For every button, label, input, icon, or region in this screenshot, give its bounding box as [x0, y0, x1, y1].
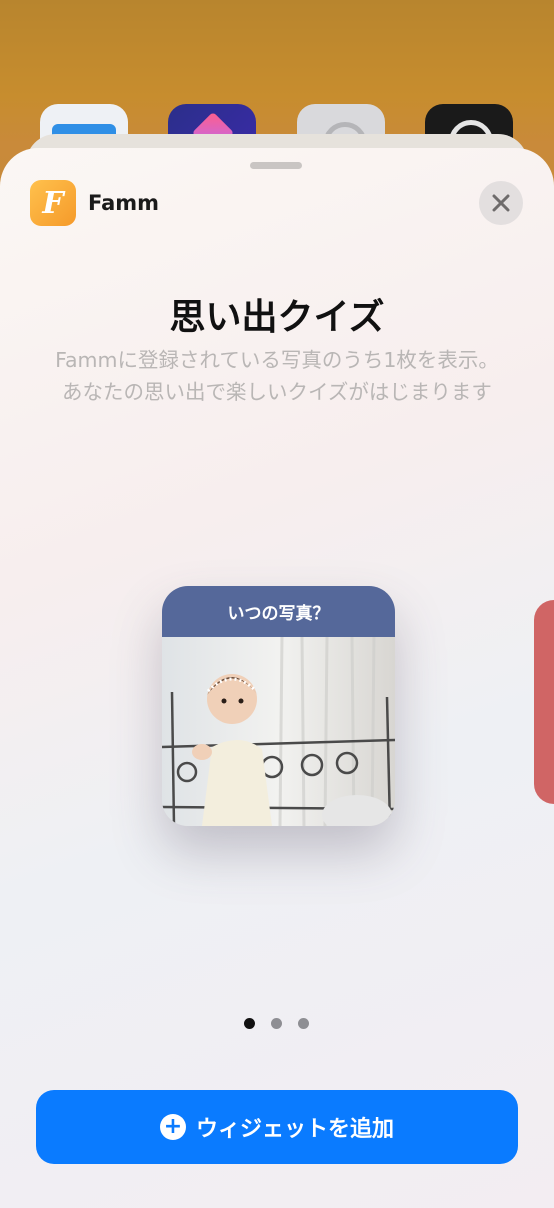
page-dot-2[interactable]: [271, 1018, 282, 1029]
widget-description-line-2: あなたの思い出で楽しいクイズがはじまります: [62, 380, 492, 404]
close-icon: [492, 194, 510, 212]
add-widget-button[interactable]: + ウィジェットを追加: [36, 1090, 518, 1164]
plus-circle-icon: +: [159, 1114, 186, 1140]
app-name: Famm: [88, 191, 160, 215]
app-icon-letter: F: [42, 185, 64, 221]
widget-preview-header: いつの写真？: [162, 586, 395, 637]
add-widget-label: ウィジェットを追加: [195, 1117, 394, 1142]
page-dot-3[interactable]: [298, 1018, 309, 1029]
app-header: F Famm: [30, 180, 159, 226]
page-dot-1[interactable]: [244, 1018, 255, 1029]
widget-description: Fammに登録されている写真のうち1枚を表示。 あなたの思い出で楽しいクイズがは…: [0, 344, 554, 408]
next-widget-preview[interactable]: [534, 600, 554, 804]
widget-gallery-sheet: F Famm 思い出クイズ Fammに登録されている写真のうち1枚を表示。 あな…: [0, 148, 554, 1208]
close-button[interactable]: [479, 181, 523, 225]
widget-title: 思い出クイズ: [169, 297, 385, 338]
famm-app-icon: F: [30, 180, 76, 226]
baby-photo: [162, 637, 395, 826]
page-indicator[interactable]: [244, 1018, 309, 1029]
sheet-grabber[interactable]: [250, 162, 302, 169]
widget-preview-card[interactable]: いつの写真？: [162, 586, 395, 826]
widget-description-line-1: Fammに登録されている写真のうち1枚を表示。: [55, 348, 499, 372]
